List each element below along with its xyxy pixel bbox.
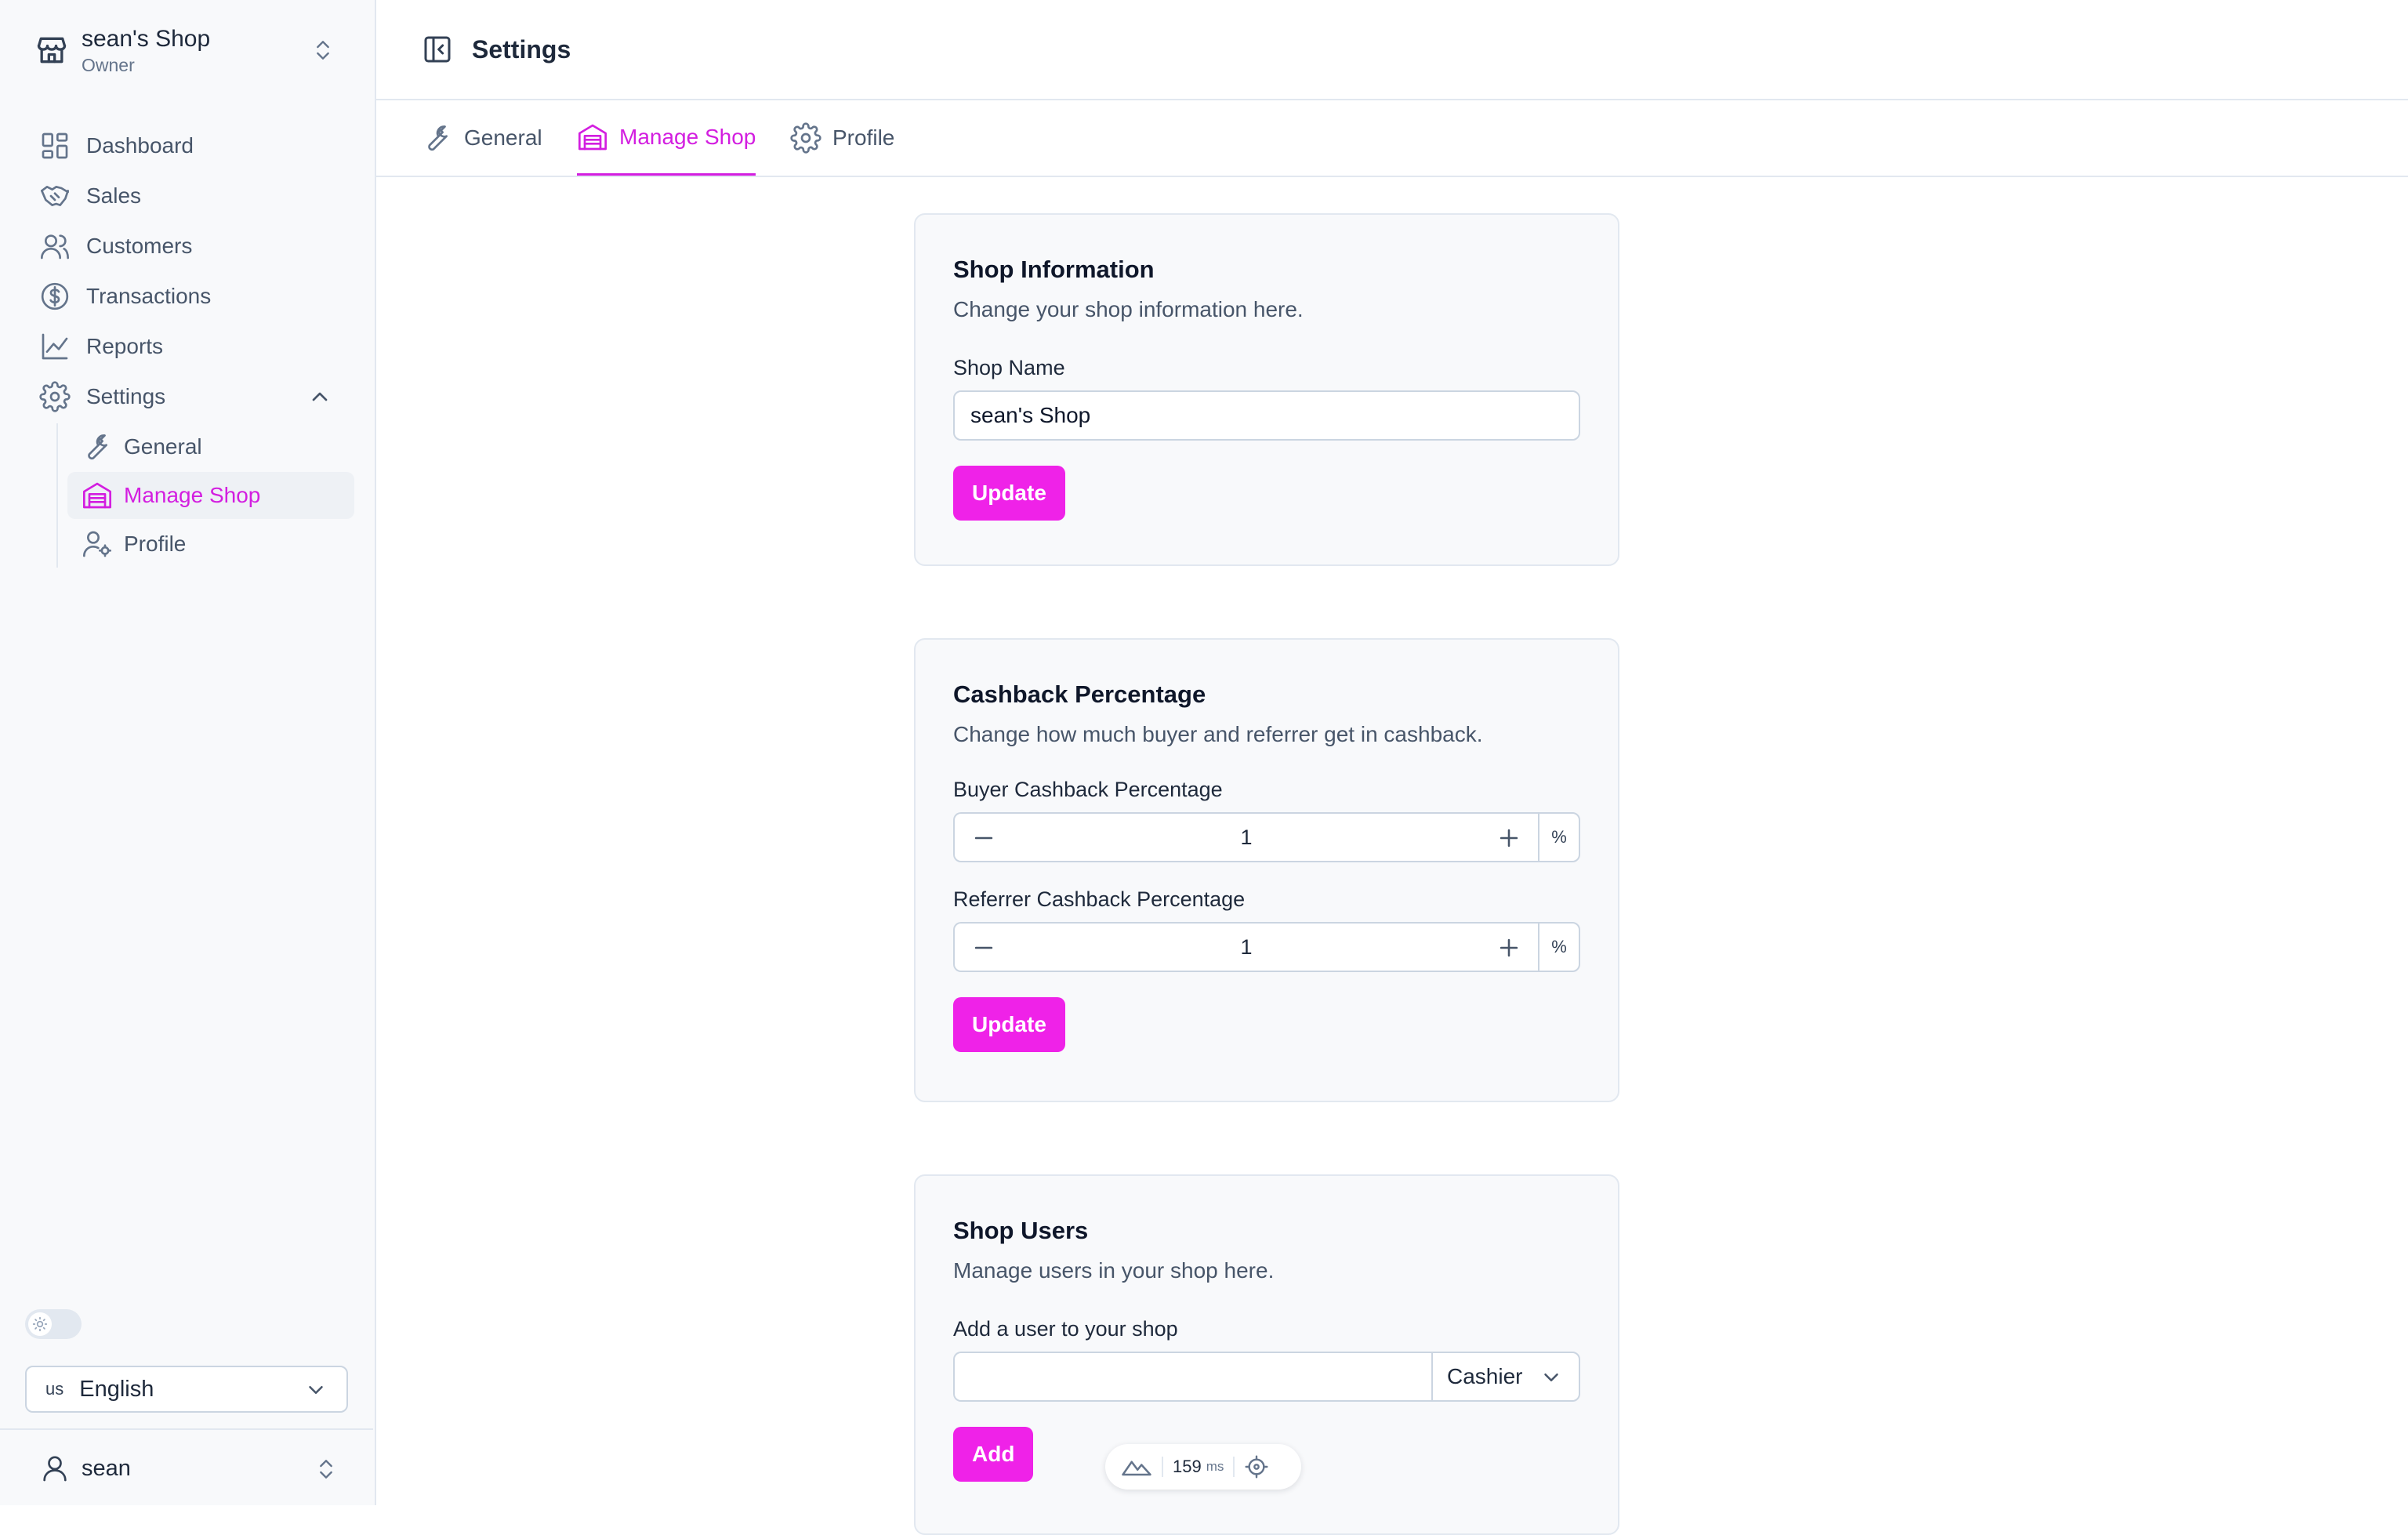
add-user-button[interactable]: Add [953,1427,1034,1482]
perf-value: 159 [1173,1457,1202,1476]
card-description: Change how much buyer and referrer get i… [953,722,1483,746]
sidebar-item-customers[interactable]: Customers [34,221,350,271]
mountains-icon [1121,1455,1152,1479]
referrer-cashback-value[interactable]: 1 [1240,935,1252,960]
dashboard-icon [39,130,71,161]
page-title: Settings [472,34,571,64]
chevron-down-icon [1539,1366,1563,1389]
plus-icon[interactable] [1496,825,1522,851]
tab-general[interactable]: General [422,100,542,176]
sidebar-item-sales[interactable]: Sales [34,171,350,221]
buyer-cashback-stepper: 1 % [953,812,1580,862]
users-icon [39,230,71,262]
tab-label: Profile [832,125,895,150]
sidebar-nav: Dashboard Sales Customers Transactions R… [34,121,354,569]
tab-label: Manage Shop [619,124,756,149]
settings-tabs: General Manage Shop Profile [375,100,2408,177]
user-icon [39,1453,71,1484]
store-icon [34,33,69,67]
sidebar-item-label: Sales [86,183,142,208]
sun-icon [28,1312,52,1336]
wrench-icon [82,431,113,463]
settings-subnav: General Manage Shop Profile [56,423,354,568]
warehouse-icon [82,480,113,511]
tab-manage-shop[interactable]: Manage Shop [577,100,756,176]
card-title: Shop Information [953,256,1155,283]
shop-switcher[interactable]: sean's Shop Owner [34,20,340,80]
crosshair-icon[interactable] [1244,1454,1269,1479]
sidebar-item-label: Transactions [86,284,212,308]
divider [1162,1457,1163,1477]
shop-name: sean's Shop [82,26,211,52]
role-value: Cashier [1447,1364,1523,1388]
sidebar-item-label: Reports [86,334,164,358]
sidebar-item-profile[interactable]: Profile [67,521,354,568]
sidebar-item-manage-shop[interactable]: Manage Shop [67,472,354,519]
language-select[interactable]: us English [25,1366,348,1413]
sidebar-item-settings[interactable]: Settings [34,372,350,422]
chevron-down-icon [304,1378,328,1402]
card-title: Cashback Percentage [953,680,1206,708]
top-bar: Settings [375,0,2408,100]
card-description: Change your shop information here. [953,297,1304,321]
language-name: English [79,1376,154,1402]
card-title: Shop Users [953,1217,1089,1244]
sidebar-item-dashboard[interactable]: Dashboard [34,121,350,171]
shop-information-card: Shop Information Change your shop inform… [914,213,1619,566]
referrer-cashback-stepper: 1 % [953,922,1580,972]
sidebar-item-reports[interactable]: Reports [34,321,350,372]
update-cashback-button[interactable]: Update [953,997,1065,1052]
sidebar-item-label: Settings [86,384,166,408]
theme-toggle[interactable] [25,1309,82,1339]
sidebar-item-label: General [124,434,202,459]
chevrons-up-down-icon [310,38,335,63]
referrer-cashback-label: Referrer Cashback Percentage [953,887,1246,911]
add-user-row: Cashier [953,1352,1580,1402]
tab-label: General [464,125,542,150]
card-description: Manage users in your shop here. [953,1258,1275,1283]
sidebar: sean's Shop Owner Dashboard Sales Custom… [0,0,376,1505]
warehouse-icon [577,122,608,153]
app-root: sean's Shop Owner Dashboard Sales Custom… [0,0,2408,1535]
wrench-icon [422,122,453,154]
user-menu[interactable]: sean [0,1428,373,1507]
percent-unit: % [1538,922,1580,972]
shop-name-input[interactable] [953,390,1580,441]
buyer-cashback-value[interactable]: 1 [1240,826,1252,850]
sidebar-item-transactions[interactable]: Transactions [34,271,350,321]
role-select[interactable]: Cashier [1431,1352,1580,1402]
dollar-circle-icon [39,281,71,312]
buyer-cashback-label: Buyer Cashback Percentage [953,778,1223,801]
sidebar-item-label: Manage Shop [124,483,261,507]
sidebar-item-label: Dashboard [86,133,194,158]
shop-name-label: Shop Name [953,356,1065,379]
perf-unit: ms [1206,1459,1224,1474]
user-cog-icon [82,528,113,560]
add-user-label: Add a user to your shop [953,1317,1178,1341]
tab-profile[interactable]: Profile [790,100,894,176]
chevron-up-icon[interactable] [307,384,332,409]
performance-widget[interactable]: 159 ms [1105,1444,1301,1490]
chevrons-up-down-icon [314,1457,339,1482]
divider [1233,1457,1235,1477]
update-shop-info-button[interactable]: Update [953,466,1065,521]
line-chart-icon [39,331,71,362]
shop-role: Owner [82,55,135,75]
sidebar-item-label: Profile [124,532,187,556]
sidebar-item-label: Customers [86,234,193,258]
gear-icon [790,122,821,154]
handshake-icon [39,180,71,212]
minus-icon[interactable] [970,825,997,851]
plus-icon[interactable] [1496,934,1522,961]
sidebar-item-general[interactable]: General [67,423,354,470]
add-user-input[interactable] [953,1352,1431,1402]
minus-icon[interactable] [970,934,997,961]
sidebar-toggle-icon[interactable] [422,34,453,65]
gear-icon [39,381,71,412]
language-flag-code: us [45,1379,64,1399]
percent-unit: % [1538,812,1580,862]
user-name: sean [82,1455,131,1481]
cashback-percentage-card: Cashback Percentage Change how much buye… [914,638,1619,1102]
